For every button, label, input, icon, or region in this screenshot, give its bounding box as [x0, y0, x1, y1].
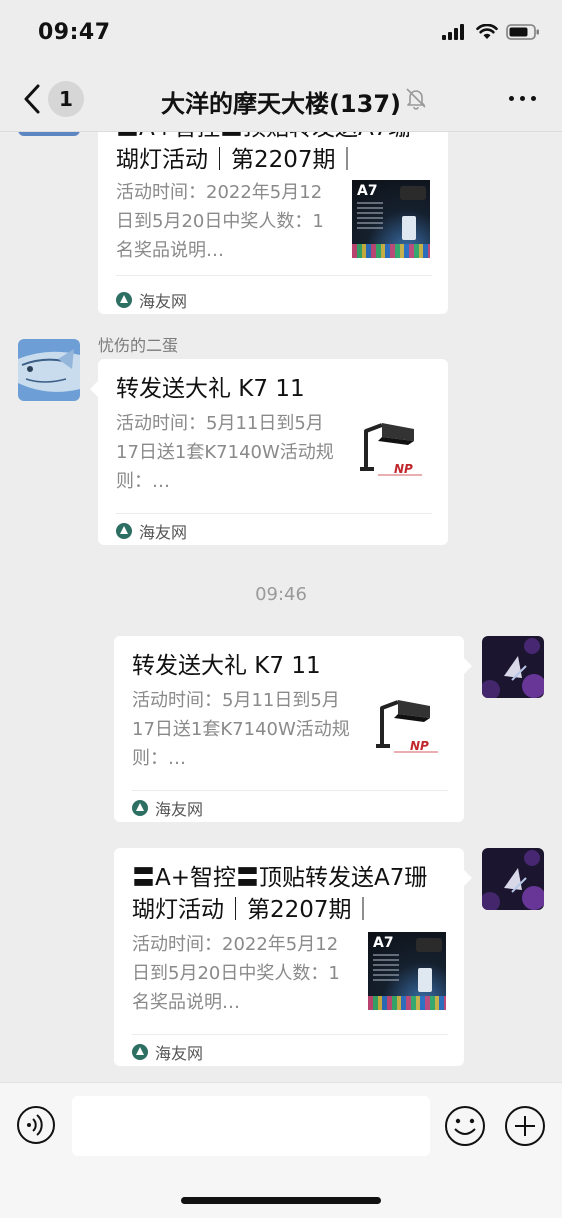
- status-time: 09:47: [38, 20, 111, 45]
- svg-text:NP: NP: [394, 462, 413, 476]
- card-title: 转发送大礼 K7 11: [132, 653, 321, 679]
- avatar[interactable]: [18, 339, 80, 401]
- avatar[interactable]: [482, 636, 544, 698]
- status-bar: 09:47: [0, 0, 562, 66]
- coral-avatar-image: [482, 636, 544, 698]
- haiyou-logo-icon: [116, 292, 132, 308]
- signal-icon: [442, 24, 464, 40]
- emoji-icon[interactable]: [444, 1105, 486, 1147]
- haiyou-logo-icon: [132, 800, 148, 816]
- card-title: 〓A+智控〓顶贴转发送A7珊 瑚灯活动｜第2207期｜: [132, 865, 428, 923]
- avatar[interactable]: [482, 848, 544, 910]
- more-dots-icon[interactable]: [509, 96, 536, 101]
- fish-avatar-image: [18, 339, 80, 401]
- plus-icon[interactable]: [504, 1105, 546, 1147]
- card-title: 转发送大礼 K7 11: [116, 376, 305, 402]
- card-description: 活动时间：5月11日到5月17日送1套K7140W活动规则：…: [116, 413, 334, 492]
- avatar[interactable]: [18, 132, 80, 136]
- card-source: 海友网: [116, 288, 187, 312]
- card-title: 〓A+智控〓顶贴转发送A7珊 瑚灯活动｜第2207期｜: [116, 132, 411, 173]
- status-icons: [442, 24, 540, 40]
- haiyou-logo-icon: [132, 1044, 148, 1060]
- battery-icon: [506, 24, 539, 40]
- mute-bell-icon: [406, 88, 426, 110]
- card-source: 海友网: [132, 1040, 203, 1064]
- link-card-message[interactable]: 〓A+智控〓顶贴转发送A7珊 瑚灯活动｜第2207期｜ 活动时间：2022年5月…: [114, 848, 472, 1066]
- card-thumbnail: A7: [352, 180, 430, 258]
- card-description: 活动时间：2022年5月12日到5月20日中奖人数：1名奖品说明…: [116, 182, 324, 261]
- coral-avatar-image: [482, 848, 544, 910]
- link-card-message[interactable]: 转发送大礼 K7 11 活动时间：5月11日到5月17日送1套K7140W活动规…: [90, 359, 448, 545]
- link-card-message[interactable]: 转发送大礼 K7 11 活动时间：5月11日到5月17日送1套K7140W活动规…: [114, 636, 472, 822]
- card-description: 活动时间：5月11日到5月17日送1套K7140W活动规则：…: [132, 690, 350, 769]
- card-source: 海友网: [132, 796, 203, 820]
- message-timestamp: 09:46: [255, 584, 307, 605]
- haiyou-logo-icon: [116, 523, 132, 539]
- input-bar: [0, 1082, 562, 1218]
- card-thumbnail: NP: [352, 411, 430, 489]
- link-card-message[interactable]: 〓A+智控〓顶贴转发送A7珊 瑚灯活动｜第2207期｜ 活动时间：2022年5月…: [98, 132, 448, 314]
- chat-header: 1 大洋的摩天大楼(137): [0, 66, 562, 132]
- voice-icon[interactable]: [16, 1105, 56, 1145]
- message-input[interactable]: [72, 1096, 430, 1156]
- message-list[interactable]: 〓A+智控〓顶贴转发送A7珊 瑚灯活动｜第2207期｜ 活动时间：2022年5月…: [0, 132, 562, 1082]
- card-thumbnail: NP: [368, 688, 446, 766]
- sender-name: 忧伤的二蛋: [98, 336, 179, 355]
- chat-title: 大洋的摩天大楼(137): [160, 90, 402, 118]
- svg-text:NP: NP: [410, 739, 429, 753]
- card-description: 活动时间：2022年5月12日到5月20日中奖人数：1名奖品说明…: [132, 934, 340, 1013]
- wifi-icon: [476, 24, 498, 39]
- card-thumbnail: A7: [368, 932, 446, 1010]
- card-source: 海友网: [116, 519, 187, 543]
- home-indicator[interactable]: [181, 1197, 381, 1204]
